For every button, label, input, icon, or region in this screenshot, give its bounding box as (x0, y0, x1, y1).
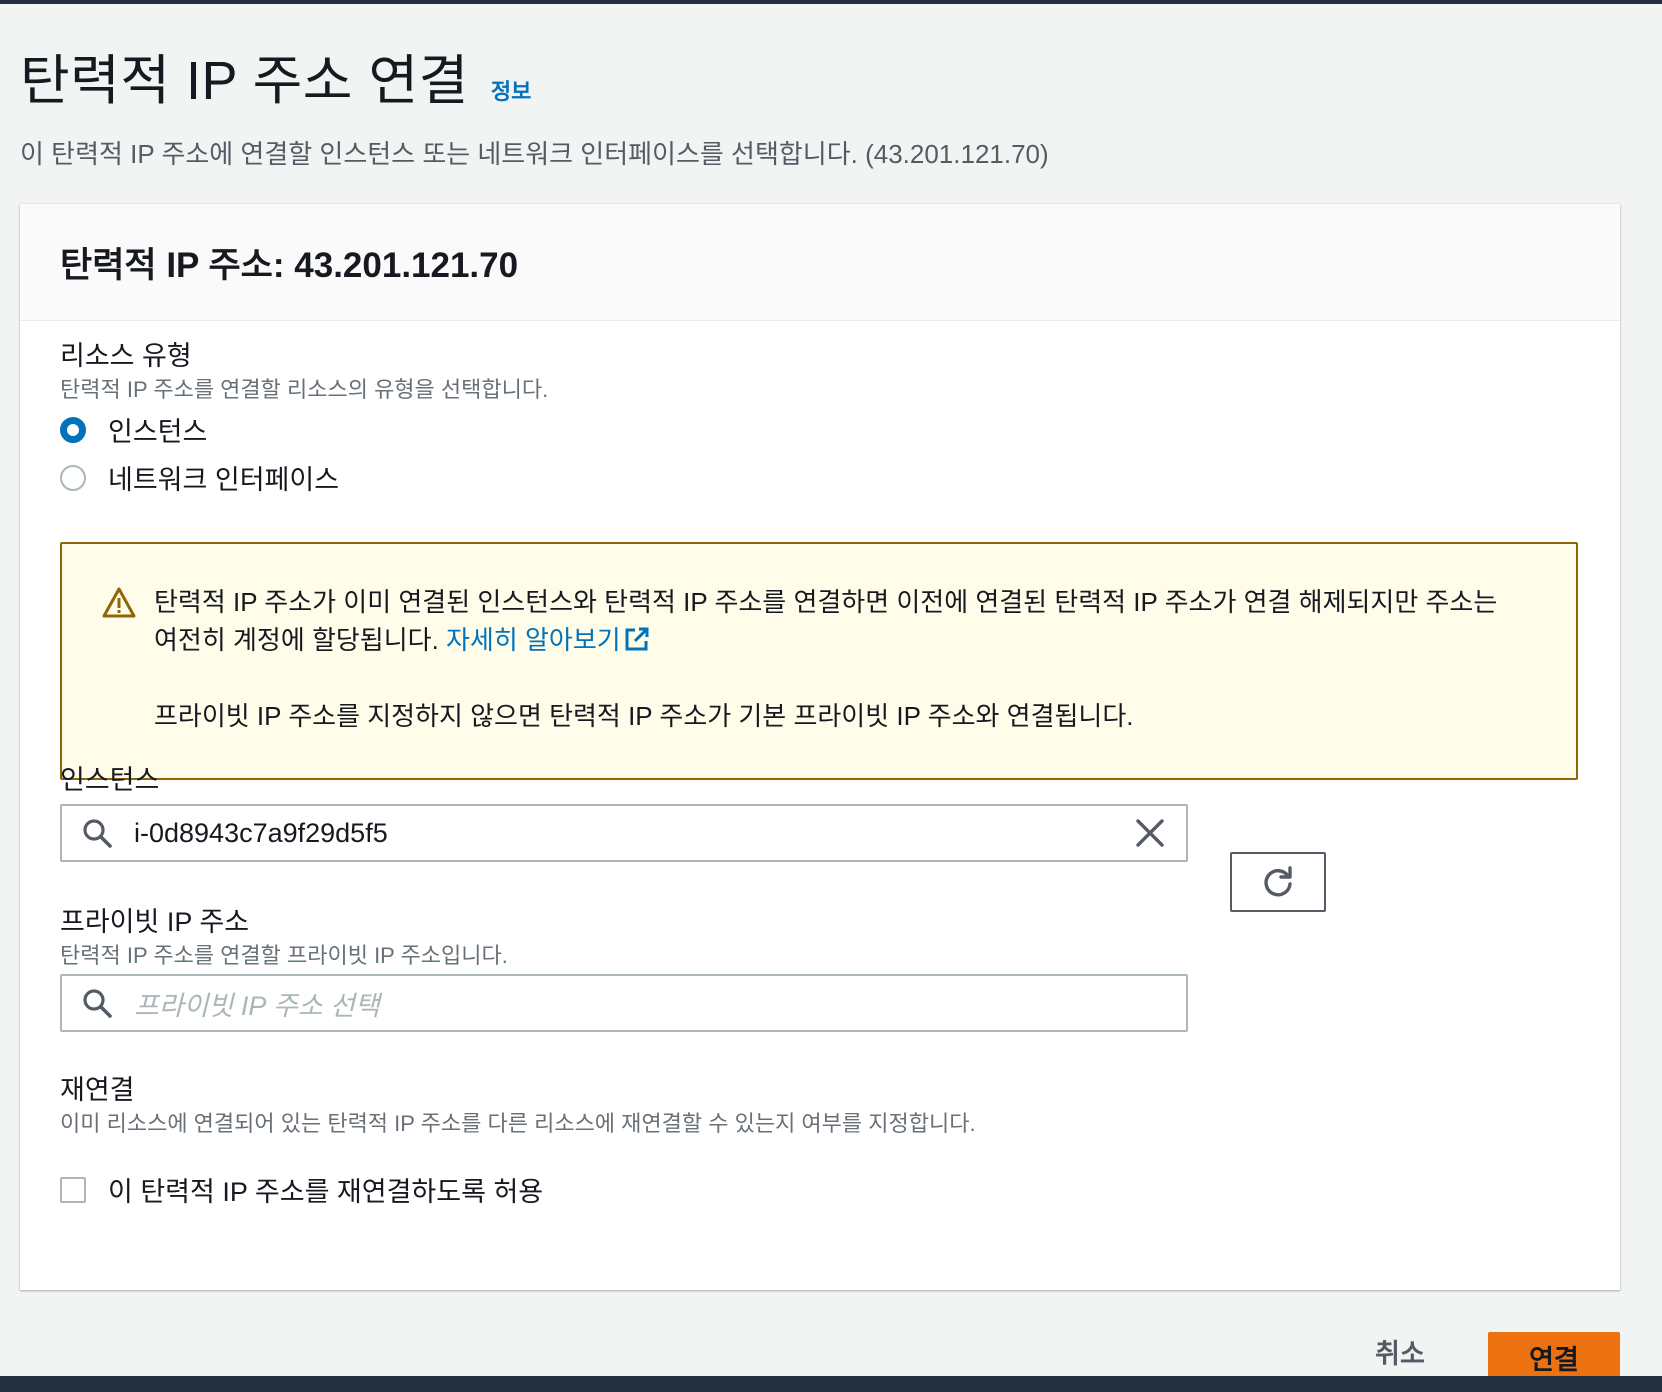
reassociate-description: 이미 리소스에 연결되어 있는 탄력적 IP 주소를 다른 리소스에 재연결할 … (60, 1111, 976, 1136)
radio-option-instance[interactable]: 인스턴스 (60, 410, 207, 449)
reassociate-checkbox-label: 이 탄력적 IP 주소를 재연결하도록 허용 (108, 1177, 544, 1207)
radio-button-checked[interactable] (60, 416, 86, 443)
radio-button-unchecked[interactable] (60, 464, 86, 491)
page-description: 이 탄력적 IP 주소에 연결할 인스턴스 또는 네트워크 인터페이스를 선택합… (20, 139, 1049, 169)
alert-text-line3: 프라이빗 IP 주소를 지정하지 않으면 탄력적 IP 주소가 기본 프라이빗 … (154, 701, 1134, 731)
alert-text-line2-prefix: 여전히 계정에 할당됩니다. (154, 625, 447, 655)
resource-type-label: 리소스 유형 (60, 341, 192, 371)
bottom-bar (0, 1376, 1662, 1392)
container-title: 탄력적 IP 주소: 43.201.121.70 (60, 245, 519, 285)
private-ip-description: 탄력적 IP 주소를 연결할 프라이빗 IP 주소입니다. (60, 943, 508, 968)
instance-label: 인스턴스 (60, 765, 160, 795)
private-ip-placeholder[interactable]: 프라이빗 IP 주소 선택 (134, 984, 1186, 1023)
search-icon (83, 989, 112, 1018)
container-header: 탄력적 IP 주소: 43.201.121.70 (20, 204, 1620, 321)
resource-type-description: 탄력적 IP 주소를 연결할 리소스의 유형을 선택합니다. (60, 377, 549, 402)
reassociate-checkbox-row[interactable]: 이 탄력적 IP 주소를 재연결하도록 허용 (60, 1170, 543, 1209)
cancel-button[interactable]: 취소 (1360, 1332, 1440, 1376)
reassociate-label: 재연결 (60, 1075, 135, 1105)
refresh-button[interactable] (1230, 852, 1326, 912)
page-header: 탄력적 IP 주소 연결 정보 (20, 36, 531, 115)
form-container: 탄력적 IP 주소: 43.201.121.70 리소스 유형 탄력적 IP 주… (20, 204, 1620, 1290)
alert-text-line1: 탄력적 IP 주소가 이미 연결된 인스턴스와 탄력적 IP 주소를 연결하면 … (154, 587, 1498, 617)
instance-input-value[interactable]: i-0d8943c7a9f29d5f5 (134, 818, 1134, 849)
clear-icon[interactable] (1134, 817, 1166, 849)
search-icon (83, 819, 112, 848)
page-title: 탄력적 IP 주소 연결 (20, 51, 469, 111)
info-link[interactable]: 정보 (491, 74, 531, 106)
private-ip-search-input[interactable]: 프라이빗 IP 주소 선택 (60, 974, 1188, 1032)
radio-label-instance: 인스턴스 (108, 417, 208, 447)
private-ip-label: 프라이빗 IP 주소 (60, 907, 250, 937)
associate-button[interactable]: 연결 (1488, 1332, 1620, 1376)
radio-label-network-interface: 네트워크 인터페이스 (108, 465, 340, 495)
learn-more-link[interactable]: 자세히 알아보기 (446, 625, 651, 655)
warning-alert: 탄력적 IP 주소가 이미 연결된 인스턴스와 탄력적 IP 주소를 연결하면 … (60, 542, 1578, 780)
reassociate-checkbox[interactable] (60, 1176, 86, 1203)
instance-search-input[interactable]: i-0d8943c7a9f29d5f5 (60, 804, 1188, 862)
warning-icon (102, 587, 136, 618)
alert-text-line2: 여전히 계정에 할당됩니다. 자세히 알아보기 (154, 620, 651, 657)
top-border (0, 0, 1662, 4)
refresh-icon (1264, 866, 1292, 897)
radio-option-network-interface[interactable]: 네트워크 인터페이스 (60, 458, 339, 497)
learn-more-link-text: 자세히 알아보기 (446, 625, 621, 655)
external-link-icon (625, 627, 649, 651)
